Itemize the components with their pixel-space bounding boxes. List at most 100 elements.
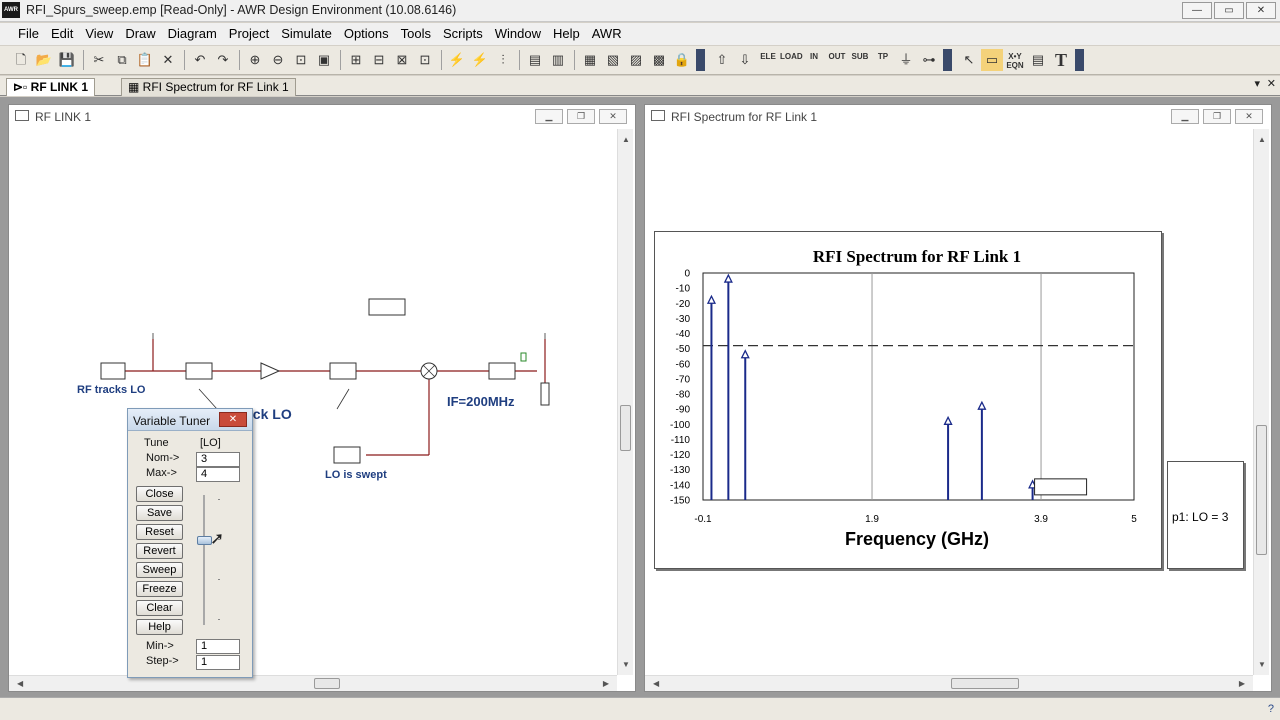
- tab-rf-link-1[interactable]: ⊳▫ RF LINK 1: [6, 78, 95, 96]
- menu-diagram[interactable]: Diagram: [162, 23, 223, 45]
- schematic-canvas[interactable]: [9, 127, 619, 675]
- menu-project[interactable]: Project: [223, 23, 275, 45]
- menu-help[interactable]: Help: [547, 23, 586, 45]
- delete-icon[interactable]: ✕: [157, 49, 179, 71]
- new-file-icon[interactable]: 🗋: [10, 49, 32, 71]
- toolbar-dropdown[interactable]: [1075, 49, 1084, 71]
- schematic-close-button[interactable]: ✕: [599, 109, 627, 124]
- menu-window[interactable]: Window: [489, 23, 547, 45]
- test-point-button[interactable]: TP: [872, 49, 894, 71]
- tuner-clear-button[interactable]: Clear: [136, 600, 183, 616]
- binary-icon[interactable]: ▦: [579, 49, 601, 71]
- copy-icon[interactable]: ⧉: [111, 49, 133, 71]
- zoom-out-icon[interactable]: ⊖: [267, 49, 289, 71]
- tune-slider-track[interactable]: [203, 495, 205, 625]
- xy-equation-button[interactable]: X•Y EQN: [1004, 49, 1026, 71]
- horizontal-scroll-thumb[interactable]: [314, 678, 340, 689]
- output-port-button[interactable]: OUT: [826, 49, 848, 71]
- step-value-field[interactable]: 1: [196, 655, 240, 670]
- schematic-vertical-scrollbar[interactable]: ▲ ▼: [617, 129, 633, 675]
- cut-icon[interactable]: ✂: [88, 49, 110, 71]
- graph-close-button[interactable]: ✕: [1235, 109, 1263, 124]
- rfi-spectrum-chart[interactable]: RFI Spectrum for RF Link 1 Frequency (GH…: [655, 232, 1161, 568]
- tune-icon[interactable]: ⫶: [492, 49, 514, 71]
- arrow-down-icon[interactable]: ⇩: [734, 49, 756, 71]
- netlist-icon[interactable]: ▧: [602, 49, 624, 71]
- tuner-revert-button[interactable]: Revert: [136, 543, 183, 559]
- vertical-scroll-thumb[interactable]: [620, 405, 631, 451]
- highlight-icon[interactable]: ▭: [981, 49, 1003, 71]
- graph-icon[interactable]: ▤: [524, 49, 546, 71]
- redo-icon[interactable]: ↷: [212, 49, 234, 71]
- scroll-left-arrow[interactable]: ◀: [17, 679, 23, 688]
- tuner-save-button[interactable]: Save: [136, 505, 183, 521]
- equation-icon[interactable]: ⊶: [918, 49, 940, 71]
- load-button[interactable]: LOAD: [780, 49, 803, 71]
- tuner-close-btn[interactable]: Close: [136, 486, 183, 502]
- scroll-down-arrow[interactable]: ▼: [1258, 660, 1266, 669]
- nom-value-field[interactable]: 3: [196, 452, 240, 467]
- tab-list-dropdown[interactable]: ▾: [1254, 77, 1260, 90]
- add-port-icon[interactable]: ⊠: [391, 49, 413, 71]
- analyze-icon[interactable]: ⚡: [469, 49, 491, 71]
- scroll-left-arrow[interactable]: ◀: [653, 679, 659, 688]
- menu-edit[interactable]: Edit: [45, 23, 79, 45]
- graph-vertical-scrollbar[interactable]: ▲ ▼: [1253, 129, 1269, 675]
- scroll-up-arrow[interactable]: ▲: [1258, 135, 1266, 144]
- graph-minimize-button[interactable]: ▁: [1171, 109, 1199, 124]
- add-element-icon[interactable]: ⊞: [345, 49, 367, 71]
- arrow-up-icon[interactable]: ⇧: [711, 49, 733, 71]
- menu-options[interactable]: Options: [338, 23, 395, 45]
- menu-draw[interactable]: Draw: [119, 23, 161, 45]
- tab-rfi-spectrum[interactable]: ▦ RFI Spectrum for RF Link 1: [121, 78, 296, 96]
- tab-close-button[interactable]: ✕: [1267, 77, 1276, 90]
- menu-simulate[interactable]: Simulate: [275, 23, 338, 45]
- add-wire-icon[interactable]: ⊡: [414, 49, 436, 71]
- layout-icon[interactable]: ▩: [648, 49, 670, 71]
- toolbar-dropdown[interactable]: [696, 49, 705, 71]
- chart-panel[interactable]: RFI Spectrum for RF Link 1 Frequency (GH…: [654, 231, 1162, 569]
- tuner-help-button[interactable]: Help: [136, 619, 183, 635]
- scroll-right-arrow[interactable]: ▶: [1239, 679, 1245, 688]
- tuner-freeze-button[interactable]: Freeze: [136, 581, 183, 597]
- horizontal-scroll-thumb[interactable]: [951, 678, 1019, 689]
- schematic-icon[interactable]: ▨: [625, 49, 647, 71]
- text-tool-button[interactable]: T: [1050, 49, 1072, 71]
- input-port-button[interactable]: IN: [803, 49, 825, 71]
- tuner-reset-button[interactable]: Reset: [136, 524, 183, 540]
- zoom-fit-icon[interactable]: ⊡: [290, 49, 312, 71]
- pointer-icon[interactable]: ↖: [958, 49, 980, 71]
- help-icon[interactable]: ?: [1268, 703, 1274, 715]
- close-button[interactable]: ✕: [1246, 2, 1276, 19]
- schematic-horizontal-scrollbar[interactable]: ◀ ▶: [9, 675, 617, 691]
- tuner-close-button[interactable]: ✕: [219, 412, 247, 427]
- paste-icon[interactable]: 📋: [134, 49, 156, 71]
- undo-icon[interactable]: ↶: [189, 49, 211, 71]
- toolbar-dropdown[interactable]: [943, 49, 952, 71]
- menu-view[interactable]: View: [79, 23, 119, 45]
- tuner-title-bar[interactable]: Variable Tuner ✕: [128, 409, 252, 431]
- menu-scripts[interactable]: Scripts: [437, 23, 489, 45]
- maximize-button[interactable]: ▭: [1214, 2, 1244, 19]
- zoom-in-icon[interactable]: ⊕: [244, 49, 266, 71]
- scroll-up-arrow[interactable]: ▲: [622, 135, 630, 144]
- scroll-down-arrow[interactable]: ▼: [622, 660, 630, 669]
- measurement-icon[interactable]: ▥: [547, 49, 569, 71]
- subcircuit-button[interactable]: SUB: [849, 49, 871, 71]
- add-subcircuit-icon[interactable]: ⊟: [368, 49, 390, 71]
- schematic-restore-button[interactable]: ❐: [567, 109, 595, 124]
- element-button[interactable]: ELE: [757, 49, 779, 71]
- menu-awr[interactable]: AWR: [586, 23, 628, 45]
- schematic-minimize-button[interactable]: ▁: [535, 109, 563, 124]
- save-icon[interactable]: 💾: [56, 49, 78, 71]
- scroll-right-arrow[interactable]: ▶: [603, 679, 609, 688]
- menu-tools[interactable]: Tools: [395, 23, 437, 45]
- menu-file[interactable]: File: [12, 23, 45, 45]
- graph-restore-button[interactable]: ❐: [1203, 109, 1231, 124]
- simulate-icon[interactable]: ⚡: [446, 49, 468, 71]
- table-icon[interactable]: ▤: [1027, 49, 1049, 71]
- graph-horizontal-scrollbar[interactable]: ◀ ▶: [645, 675, 1253, 691]
- minimize-button[interactable]: —: [1182, 2, 1212, 19]
- open-folder-icon[interactable]: 📂: [33, 49, 55, 71]
- min-value-field[interactable]: 1: [196, 639, 240, 654]
